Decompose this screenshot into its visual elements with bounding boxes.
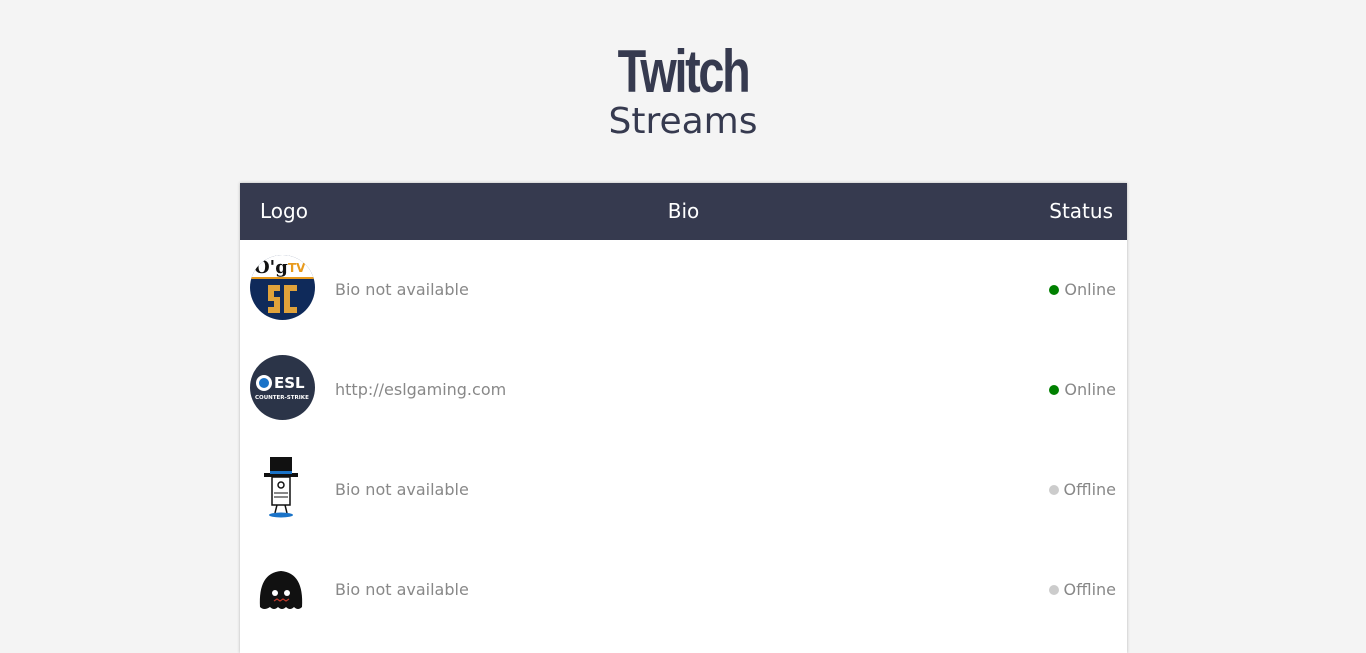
- status-text: Online: [1064, 280, 1116, 299]
- table-row[interactable]: O'g TV Bio not available Online: [240, 240, 1127, 340]
- page-subtitle: Streams: [608, 101, 758, 142]
- svg-text:O'g: O'g: [254, 257, 288, 278]
- svg-text:TV: TV: [288, 261, 306, 275]
- status-badge: Offline: [1048, 579, 1117, 601]
- status-badge: Online: [1049, 279, 1116, 301]
- status-dot-icon: [1049, 285, 1060, 295]
- page-header: Twitch Streams: [0, 40, 1366, 142]
- svg-text:ESL: ESL: [274, 374, 305, 392]
- column-header-status: Status: [1049, 199, 1113, 223]
- status-text: Online: [1064, 380, 1116, 399]
- ogtv-starcraft-logo-icon[interactable]: O'g TV: [250, 255, 315, 320]
- status-badge: Online: [1049, 379, 1116, 401]
- svg-text:COUNTER-STRIKE: COUNTER-STRIKE: [255, 395, 309, 401]
- esl-counter-strike-logo-icon[interactable]: ESL COUNTER-STRIKE: [250, 355, 315, 420]
- table-row[interactable]: Bio not available Offline: [240, 540, 1127, 640]
- table-header: Logo Bio Status: [240, 183, 1127, 240]
- table-row[interactable]: Bio not available Offline: [240, 440, 1127, 540]
- status-text: Offline: [1063, 580, 1117, 599]
- table-row[interactable]: ESL COUNTER-STRIKE http://eslgaming.com …: [240, 340, 1127, 440]
- status-dot-icon: [1048, 585, 1059, 595]
- top-hat-character-logo-icon[interactable]: [250, 455, 315, 520]
- stream-bio: Bio not available: [335, 280, 469, 299]
- streams-table: Logo Bio Status O'g TV Bio not available…: [240, 183, 1127, 653]
- status-text: Offline: [1063, 480, 1117, 499]
- page-title: Twitch: [617, 38, 751, 105]
- stream-bio: Bio not available: [335, 480, 469, 499]
- status-badge: Offline: [1048, 479, 1117, 501]
- status-dot-icon: [1048, 485, 1059, 495]
- column-header-bio: Bio: [667, 199, 700, 223]
- status-dot-icon: [1049, 385, 1060, 395]
- stream-bio[interactable]: http://eslgaming.com: [335, 379, 506, 401]
- stream-bio: Bio not available: [335, 580, 469, 599]
- black-blob-character-logo-icon[interactable]: [250, 555, 315, 620]
